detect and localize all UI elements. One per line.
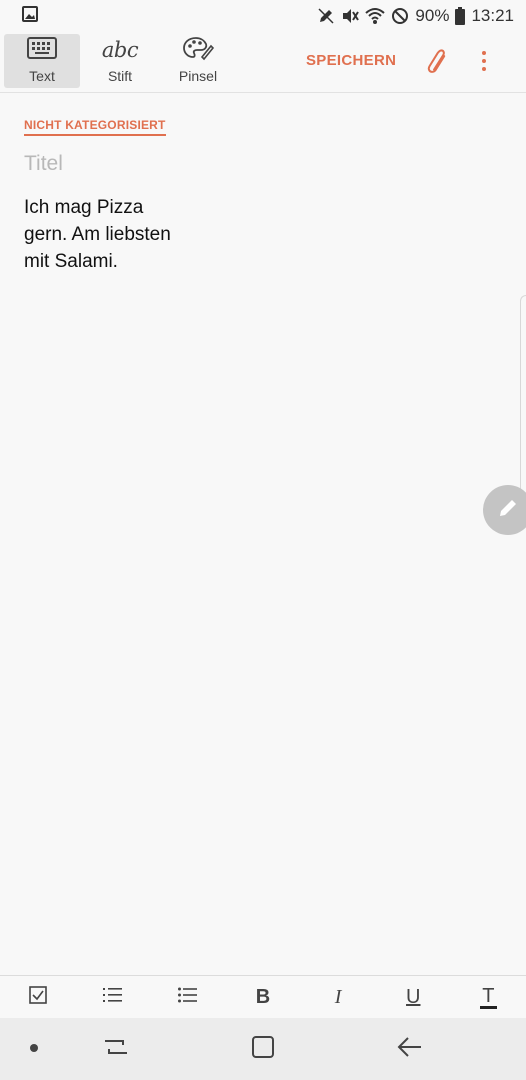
italic-button[interactable]: I	[318, 980, 358, 1016]
checkbox-icon	[28, 986, 47, 1009]
tab-text[interactable]: Text	[4, 34, 80, 88]
handwriting-icon: abc	[101, 38, 139, 62]
do-not-disturb-icon	[391, 7, 409, 25]
bullet-list-icon	[177, 986, 198, 1009]
home-button[interactable]	[243, 1032, 283, 1066]
recents-button[interactable]	[96, 1032, 136, 1066]
tab-pen[interactable]: abc Stift	[82, 34, 158, 88]
battery-percent: 90%	[415, 6, 450, 25]
title-input[interactable]: Titel	[24, 152, 494, 176]
recents-icon	[103, 1035, 129, 1064]
editor-toolbar: Text abc Stift Pinsel SPEICHERN	[0, 32, 526, 93]
tab-brush-label: Pinsel	[178, 68, 218, 84]
attach-button[interactable]	[424, 48, 452, 81]
more-options-button[interactable]	[474, 48, 494, 76]
bold-icon: B	[255, 986, 271, 1008]
status-bar: 90% 13:21	[0, 0, 526, 32]
pencil-icon	[497, 497, 519, 524]
tab-brush[interactable]: Pinsel	[160, 34, 236, 88]
pen-fab-button[interactable]	[483, 485, 526, 535]
navigation-bar	[0, 1018, 526, 1080]
status-icons: 90% 13:21	[317, 6, 514, 26]
underline-icon: U	[406, 986, 421, 1008]
checklist-button[interactable]	[18, 980, 58, 1016]
back-arrow-icon	[397, 1036, 423, 1063]
numbered-list-icon	[102, 986, 123, 1009]
note-body-editor[interactable]: Ich mag Pizza gern. Am liebsten mit Sala…	[24, 194, 174, 275]
clock: 13:21	[471, 6, 514, 25]
numbered-list-button[interactable]	[93, 980, 133, 1016]
gallery-notification-icon	[22, 5, 38, 27]
paperclip-icon	[424, 49, 452, 80]
category-selector[interactable]: NICHT KATEGORISIERT	[24, 118, 166, 136]
home-icon	[251, 1035, 275, 1064]
text-color-icon: T	[480, 985, 497, 1009]
save-button[interactable]: SPEICHERN	[306, 52, 396, 69]
back-button[interactable]	[390, 1032, 430, 1066]
underline-button[interactable]: U	[393, 980, 433, 1016]
battery-icon	[455, 7, 466, 25]
pen-detached-icon	[317, 7, 335, 25]
format-bar: B I U T	[0, 975, 526, 1019]
italic-icon: I	[334, 986, 342, 1008]
bold-button[interactable]: B	[243, 980, 283, 1016]
text-color-button[interactable]: T	[468, 980, 508, 1016]
bullet-list-button[interactable]	[168, 980, 208, 1016]
nav-dot-button[interactable]	[14, 1032, 54, 1066]
wifi-icon	[365, 7, 386, 25]
tab-text-label: Text	[29, 68, 55, 84]
keyboard-icon	[27, 36, 57, 64]
mute-icon	[341, 7, 360, 25]
edge-panel-handle[interactable]	[520, 295, 526, 515]
tab-pen-label: Stift	[107, 68, 133, 84]
more-vert-icon	[474, 51, 494, 71]
palette-icon	[182, 35, 215, 66]
dot-icon	[29, 1040, 39, 1058]
